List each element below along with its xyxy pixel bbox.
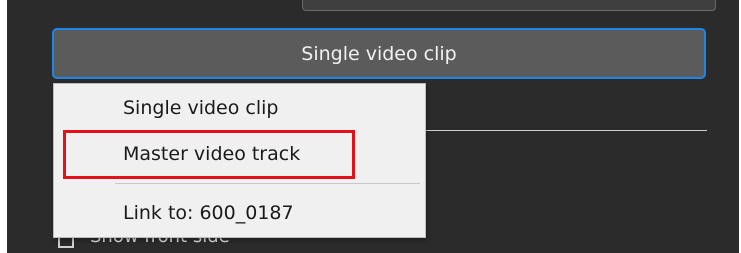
screenshot-stage: Single video clip Show front side Single…: [0, 0, 741, 253]
video-source-dropdown[interactable]: Single video clip: [52, 28, 706, 79]
menu-item-link-to[interactable]: Link to: 600_0187: [54, 195, 425, 231]
menu-item-single-video-clip[interactable]: Single video clip: [54, 90, 425, 126]
menu-item-label: Link to: 600_0187: [123, 202, 294, 224]
menu-item-label: Master video track: [123, 143, 301, 165]
menu-separator: [115, 183, 420, 184]
menu-item-master-video-track[interactable]: Master video track: [54, 136, 425, 172]
top-input-field[interactable]: [302, 0, 716, 11]
menu-item-label: Single video clip: [123, 97, 279, 119]
dropdown-selected-label: Single video clip: [301, 42, 457, 65]
dropdown-menu: Single video clip Master video track Lin…: [53, 83, 426, 238]
panel-divider: [424, 130, 707, 131]
